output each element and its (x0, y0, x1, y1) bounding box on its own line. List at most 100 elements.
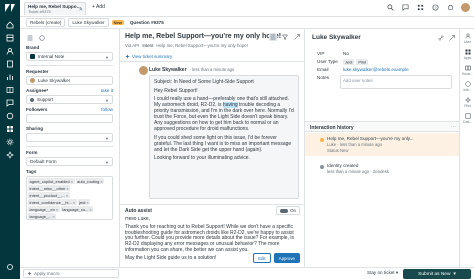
link-icon[interactable] (437, 34, 444, 41)
vip-value[interactable]: No (343, 51, 452, 56)
views-icon[interactable] (5, 33, 15, 43)
message-paragraph-1: I could really use a hand—preferably one… (154, 96, 294, 132)
user-type-value[interactable]: Jedi Pilot (343, 58, 452, 65)
expand-icon[interactable] (293, 33, 301, 41)
more-options-icon[interactable]: ⋯ (451, 124, 456, 130)
remove-tag-icon[interactable]: × (66, 193, 68, 198)
summary-sparkle-icon (125, 54, 130, 59)
chat-icon[interactable] (5, 111, 15, 121)
tag-chip[interactable]: language__en × (28, 206, 60, 212)
interaction-event[interactable]: Help me, Rebel Support—you're my only...… (305, 133, 460, 156)
reporting-icon[interactable] (5, 72, 15, 82)
context-apps-rail: User Apps Know... Inte... Pilot Cust... (459, 29, 474, 267)
filter-icon[interactable] (281, 33, 289, 41)
assignee-select[interactable]: Support ▼ (26, 95, 113, 104)
auto-assist-toggle[interactable]: On (276, 206, 300, 215)
tags-field[interactable]: agent_copilot_enabled × auto_routing ×inten… (26, 176, 113, 220)
breadcrumb-org[interactable]: Rebels (create) (26, 18, 66, 27)
status-badge: New (111, 20, 124, 25)
approve-button[interactable]: Approve (273, 253, 300, 263)
app-rail-item[interactable]: Apps (462, 49, 473, 63)
properties-icon[interactable] (26, 34, 33, 41)
remove-tag-icon[interactable]: × (71, 179, 73, 184)
requester-field[interactable]: Luke Skywalker (26, 76, 113, 85)
user-type-chip: Pilot (356, 58, 369, 65)
toggle-switch (280, 208, 289, 213)
sharing-select[interactable]: ▼ (26, 133, 113, 142)
customers-icon[interactable] (5, 46, 15, 56)
app-rail-item[interactable]: Inte... (462, 81, 473, 95)
ticket-tab[interactable]: Help me, Rebel Support... Ticket #9375 ✕ (24, 2, 86, 15)
search-icon[interactable] (386, 3, 395, 12)
take-it-link[interactable]: take it (101, 88, 113, 93)
knowledge-icon[interactable] (5, 85, 15, 95)
stay-on-ticket-select[interactable]: Stay on ticket ▾ (367, 270, 398, 276)
event-title: Help me, Rebel Support—you're my only... (327, 136, 414, 141)
app-rail-item[interactable]: Know... (462, 65, 473, 79)
remove-tag-icon[interactable]: × (100, 179, 102, 184)
tag-chip[interactable]: agent_copilot_enabled × (28, 178, 75, 184)
talk-icon[interactable] (5, 98, 15, 108)
submit-button[interactable]: Submit as New ▾ (403, 269, 471, 279)
tag-chip[interactable]: intent__product__... × (28, 192, 70, 198)
ticket-meta: Via API Intent Help me, Rebel Support—yo… (125, 43, 248, 48)
help-icon[interactable]: ? (431, 3, 440, 12)
tag-chip[interactable]: language_... × (28, 213, 57, 219)
apps-icon[interactable] (5, 124, 15, 134)
ai-agents-icon[interactable] (5, 150, 15, 160)
app-rail-label: Pilot (464, 103, 471, 108)
notifications-bell-icon[interactable] (446, 3, 455, 12)
tag-chip[interactable]: intent_confidence__hi... × (28, 199, 77, 205)
remove-tag-icon[interactable]: × (86, 200, 88, 205)
breadcrumb-user[interactable]: Luke Skywalker (68, 18, 109, 27)
email-link[interactable]: luke.skywalker@rebels.example (343, 67, 452, 72)
tag-chip[interactable]: auto_routing × (75, 178, 105, 184)
open-profile-icon[interactable] (448, 34, 455, 41)
message-body: Subject: In Need of Some Light-Side Supp… (149, 75, 299, 199)
brand-select[interactable]: Internal Note ▼ (26, 52, 113, 61)
event-subtitle: Luke · less than a minute ago (327, 142, 382, 147)
top-bar: Help me, Rebel Support... Ticket #9375 ✕… (20, 0, 474, 17)
tag-chip[interactable]: language_co... × (60, 206, 94, 212)
form-select[interactable]: Default Form ▼ (26, 157, 113, 166)
event-status: Status New (327, 148, 349, 153)
organizations-icon[interactable] (5, 59, 15, 69)
follow-link[interactable]: follow (101, 107, 113, 112)
apply-macro-select[interactable]: Apply macro (23, 269, 119, 278)
interaction-event[interactable]: Identity created less than a minute ago ·… (305, 160, 460, 177)
conversations-icon[interactable] (401, 3, 410, 12)
app-rail-item[interactable]: Pilot (462, 97, 473, 111)
app-rail-item[interactable]: Cust... (462, 113, 473, 127)
admin-icon[interactable] (5, 137, 15, 147)
product-tray-icon[interactable] (416, 3, 425, 12)
remove-tag-icon[interactable]: × (89, 207, 91, 212)
customer-icon (465, 113, 470, 119)
topbar-actions: ? (386, 3, 470, 12)
edit-button[interactable]: Edit (253, 253, 271, 263)
interaction-history-header[interactable]: Interaction history ⋯ (305, 121, 460, 132)
event-subtitle: less than a minute ago · Zendesk (327, 169, 389, 174)
zendesk-logo-icon[interactable] (4, 3, 16, 13)
remove-tag-icon[interactable]: × (53, 214, 55, 219)
close-tab-icon[interactable]: ✕ (79, 7, 83, 13)
customer-panel-actions (437, 34, 455, 41)
app-rail-label: Apps (463, 55, 472, 60)
breadcrumb-ticket[interactable]: Question #9375 (126, 19, 167, 26)
view-ticket-summary-link[interactable]: View ticket summary (125, 54, 172, 59)
history-icon[interactable] (38, 34, 45, 41)
tag-chip[interactable]: intent__misc__other × (28, 185, 71, 191)
tag-chip[interactable]: jedi × (77, 199, 91, 205)
add-tab-button[interactable]: + Add (92, 4, 105, 10)
user-notes-input[interactable]: Add user notes (340, 75, 452, 89)
home-icon[interactable] (5, 20, 15, 30)
followers-field[interactable] (26, 114, 113, 123)
brand-logo-icon (30, 54, 35, 59)
profile-avatar[interactable] (461, 3, 470, 12)
remove-tag-icon[interactable]: × (67, 186, 69, 191)
remove-tag-icon[interactable]: × (73, 200, 75, 205)
remove-tag-icon[interactable]: × (56, 207, 58, 212)
app-rail-item[interactable]: User (462, 33, 473, 47)
settings-gear-icon[interactable] (5, 262, 15, 272)
chevron-down-icon[interactable]: ▾ (453, 272, 455, 277)
conversation-view-icon[interactable] (269, 33, 277, 41)
